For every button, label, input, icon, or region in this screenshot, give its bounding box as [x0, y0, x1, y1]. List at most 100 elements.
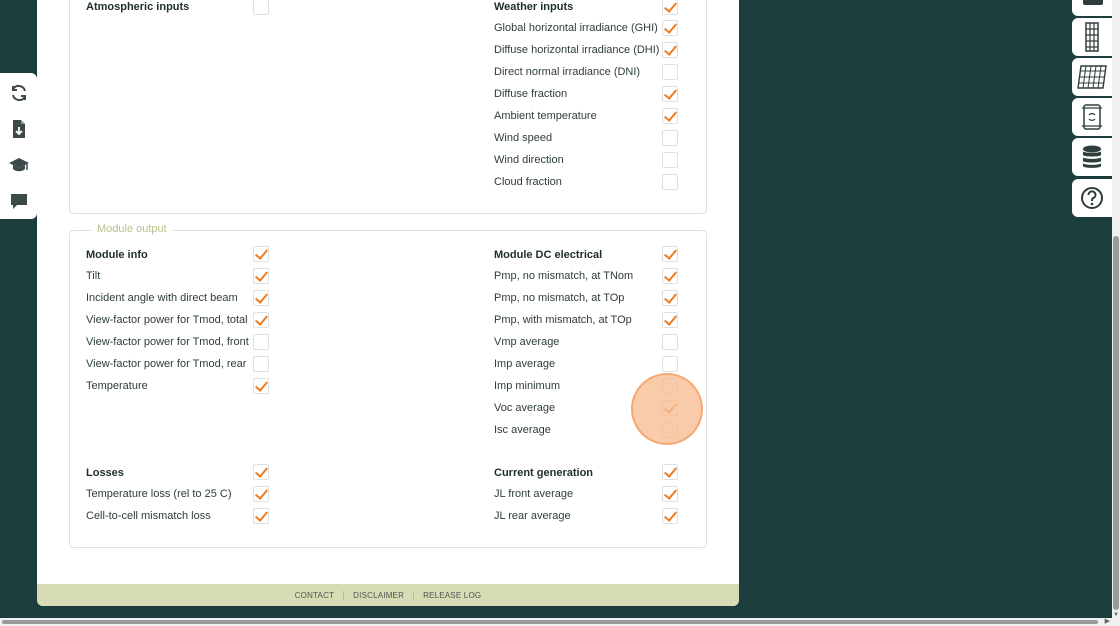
panel-array-button[interactable]: [1072, 58, 1112, 96]
weather-item-row: Cloud fraction: [494, 171, 562, 193]
panel-grid-icon: [1077, 65, 1107, 89]
horizontal-scrollbar-thumb[interactable]: [2, 620, 1098, 624]
weather-item-label: Diffuse fraction: [494, 88, 568, 100]
footer-link-contact[interactable]: CONTACT: [286, 590, 345, 600]
module-dc-item-checkbox[interactable]: [662, 356, 678, 372]
weather-inputs-row: Weather inputs: [494, 0, 573, 18]
scroll-right-arrow-icon[interactable]: ▶: [1105, 617, 1110, 625]
module-dc-item-row: Imp minimum: [494, 375, 560, 397]
layers-icon: [1083, 0, 1103, 5]
losses-checkbox[interactable]: [253, 464, 269, 480]
module-info-item-row: View-factor power for Tmod, total: [86, 309, 248, 331]
weather-item-label: Wind direction: [494, 154, 564, 166]
losses-item-checkbox[interactable]: [253, 508, 269, 524]
weather-item-row: Wind speed: [494, 127, 552, 149]
module-dc-item-row: Pmp, no mismatch, at TNom: [494, 265, 633, 287]
module-info-item-checkbox[interactable]: [253, 356, 269, 372]
losses-item-label: Cell-to-cell mismatch loss: [86, 510, 211, 522]
module-dc-item-label: Pmp, no mismatch, at TOp: [494, 292, 625, 304]
losses-item-checkbox[interactable]: [253, 486, 269, 502]
database-button[interactable]: [1072, 138, 1112, 176]
module-dc-item-label: Pmp, with mismatch, at TOp: [494, 314, 632, 326]
atmospheric-inputs-checkbox[interactable]: [253, 0, 269, 15]
current-generation-item-label: JL rear average: [494, 510, 571, 522]
module-info-item-row: Incident angle with direct beam: [86, 287, 238, 309]
weather-item-checkbox[interactable]: [662, 174, 678, 190]
module-info-item-row: View-factor power for Tmod, rear: [86, 353, 246, 375]
module-dc-item-row: Vmp average: [494, 331, 559, 353]
module-dc-item-label: Voc average: [494, 402, 556, 414]
help-button[interactable]: [1072, 179, 1112, 217]
atmospheric-inputs-label: Atmospheric inputs: [86, 1, 190, 13]
inverter-button[interactable]: [1072, 98, 1112, 136]
module-dc-label: Module DC electrical: [494, 249, 603, 261]
module-dc-item-label: Vmp average: [494, 336, 560, 348]
module-dc-item-row: Isc average: [494, 419, 551, 441]
weather-inputs-checkbox[interactable]: [662, 0, 678, 15]
module-dc-item-checkbox[interactable]: [662, 334, 678, 350]
module-info-item-row: Tilt: [86, 265, 100, 287]
tutorial-button[interactable]: [9, 155, 29, 175]
graduation-cap-icon: [9, 158, 29, 172]
footer: CONTACT DISCLAIMER RELEASE LOG: [37, 584, 739, 606]
losses-item-row: Temperature loss (rel to 25 C): [86, 483, 232, 505]
feedback-button[interactable]: [9, 191, 29, 211]
current-generation-item-checkbox[interactable]: [662, 486, 678, 502]
weather-item-row: Wind direction: [494, 149, 564, 171]
module-info-item-label: View-factor power for Tmod, front: [86, 336, 249, 348]
weather-item-checkbox[interactable]: [662, 64, 678, 80]
weather-item-checkbox[interactable]: [662, 108, 678, 124]
footer-link-disclaimer[interactable]: DISCLAIMER: [344, 590, 415, 600]
module-output-legend: Module output: [92, 223, 172, 235]
module-info-item-label: Incident angle with direct beam: [86, 292, 238, 304]
module-info-checkbox[interactable]: [253, 246, 269, 262]
module-info-item-checkbox[interactable]: [253, 334, 269, 350]
current-generation-item-checkbox[interactable]: [662, 508, 678, 524]
weather-item-label: Cloud fraction: [494, 176, 562, 188]
module-dc-item-row: Pmp, with mismatch, at TOp: [494, 309, 632, 331]
module-info-item-label: Tilt: [86, 270, 101, 282]
module-dc-row: Module DC electrical: [494, 244, 602, 266]
module-info-item-checkbox[interactable]: [253, 312, 269, 328]
module-info-item-checkbox[interactable]: [253, 268, 269, 284]
module-dc-item-label: Isc average: [494, 424, 551, 436]
weather-item-checkbox[interactable]: [662, 152, 678, 168]
module-info-item-label: View-factor power for Tmod, total: [86, 314, 248, 326]
module-dc-checkbox[interactable]: [662, 246, 678, 262]
single-panel-button[interactable]: [1072, 18, 1112, 56]
vertical-scrollbar-thumb[interactable]: [1113, 236, 1119, 610]
module-dc-item-checkbox[interactable]: [662, 268, 678, 284]
module-info-item-checkbox[interactable]: [253, 290, 269, 306]
click-indicator: [631, 373, 703, 445]
database-icon: [1083, 145, 1101, 168]
module-info-row: Module info: [86, 244, 148, 266]
layers-button[interactable]: [1072, 0, 1112, 16]
refresh-icon: [12, 84, 26, 102]
module-info-item-checkbox[interactable]: [253, 378, 269, 394]
module-dc-item-row: Imp average: [494, 353, 555, 375]
horizontal-scrollbar[interactable]: ▶: [0, 618, 1120, 626]
weather-item-checkbox[interactable]: [662, 42, 678, 58]
weather-item-checkbox[interactable]: [662, 130, 678, 146]
module-info-item-row: View-factor power for Tmod, front: [86, 331, 249, 353]
module-dc-item-label: Pmp, no mismatch, at TNom: [494, 270, 634, 282]
module-dc-item-label: Imp minimum: [494, 380, 561, 392]
footer-link-release-log[interactable]: RELEASE LOG: [414, 591, 490, 600]
module-dc-item-checkbox[interactable]: [662, 312, 678, 328]
weather-inputs-label: Weather inputs: [494, 1, 574, 13]
refresh-button[interactable]: [9, 83, 29, 103]
losses-label: Losses: [86, 467, 124, 479]
weather-item-row: Diffuse fraction: [494, 83, 567, 105]
weather-item-checkbox[interactable]: [662, 20, 678, 36]
current-generation-item-row: JL front average: [494, 483, 573, 505]
module-dc-item-checkbox[interactable]: [662, 290, 678, 306]
current-generation-row: Current generation: [494, 462, 593, 484]
current-generation-checkbox[interactable]: [662, 464, 678, 480]
weather-item-row: Ambient temperature: [494, 105, 597, 127]
download-button[interactable]: [9, 119, 29, 139]
weather-item-row: Global horizontal irradiance (GHI): [494, 17, 658, 39]
weather-item-checkbox[interactable]: [662, 86, 678, 102]
vertical-scrollbar[interactable]: ▼: [1112, 0, 1120, 618]
module-info-item-label: View-factor power for Tmod, rear: [86, 358, 247, 370]
weather-item-label: Wind speed: [494, 132, 553, 144]
